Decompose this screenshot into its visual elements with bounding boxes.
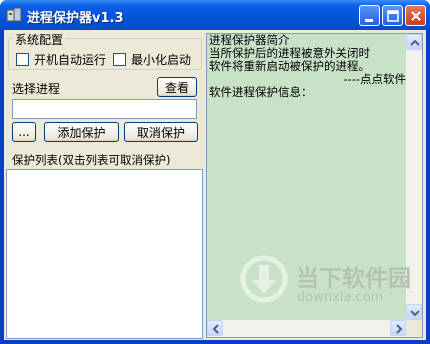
info-text: 进程保护器简介 当所保护后的进程被意外关闭时 软件将重新启动被保护的进程。 --… [209,34,406,99]
protect-listbox[interactable] [6,169,203,339]
scroll-left-button[interactable] [207,320,223,336]
info-line-2: 软件将重新启动被保护的进程。 [209,60,370,73]
scrollbar-corner [406,320,422,337]
minimize-icon [365,19,373,22]
select-process-label: 选择进程 [12,82,61,96]
view-button[interactable]: 查看 [157,77,197,97]
close-button[interactable] [405,5,426,26]
info-signature: ----点点软件 [343,73,406,86]
process-path-input[interactable] [12,99,197,119]
config-groupbox: 系统配置 开机自动运行 最小化启动 [8,31,202,70]
minimize-start-checkbox-box[interactable] [113,53,126,66]
scroll-up-button[interactable] [406,34,422,50]
chevron-down-icon [410,310,420,317]
autorun-checkbox-box[interactable] [16,53,29,66]
chevron-right-icon [396,324,403,334]
maximize-icon [387,10,399,22]
app-icon [6,7,22,22]
minimize-start-label: 最小化启动 [131,53,192,67]
info-status-line: 软件进程保护信息： [209,86,313,99]
close-icon [411,11,421,21]
minimize-start-checkbox[interactable]: 最小化启动 [113,51,191,68]
window-title: 进程保护器v1.3 [27,11,124,26]
watermark-title: 当下软件园 [296,266,411,292]
protect-list-label: 保护列表(双击列表可取消保护) [12,153,171,167]
autorun-label: 开机自动运行 [34,53,107,67]
minimize-button[interactable] [359,5,380,26]
scroll-down-button[interactable] [406,304,422,320]
config-group-label: 系统配置 [13,31,66,48]
info-title-line: 进程保护器简介 [209,34,290,47]
chevron-up-icon [410,39,420,46]
scroll-right-button[interactable] [390,320,406,336]
chevron-left-icon [212,324,219,334]
maximize-button[interactable] [382,5,403,26]
cancel-protect-button[interactable]: 取消保护 [124,122,198,142]
info-line-1: 当所保护后的进程被意外关闭时 [209,47,370,60]
watermark-url: downxia.com [297,290,384,305]
browse-button[interactable]: ... [12,122,36,142]
watermark-logo-icon [240,255,288,303]
autorun-checkbox[interactable]: 开机自动运行 [16,51,106,68]
add-protect-button[interactable]: 添加保护 [44,122,119,142]
horizontal-scrollbar[interactable] [207,320,406,337]
title-bar[interactable]: 进程保护器v1.3 [0,0,430,30]
